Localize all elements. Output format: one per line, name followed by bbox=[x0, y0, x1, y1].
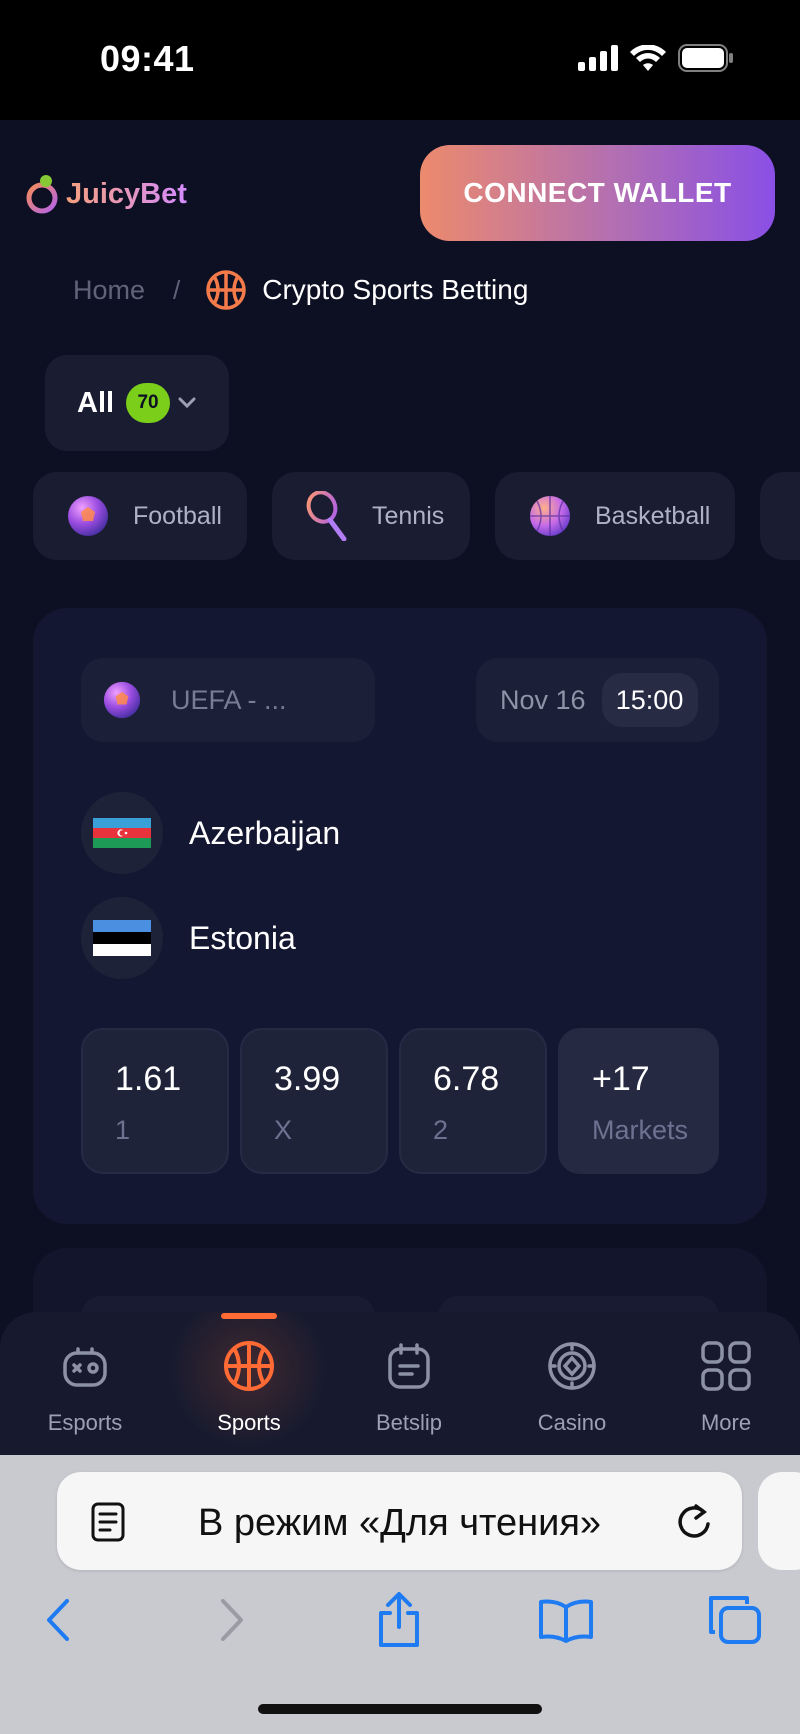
odds-value: 3.99 bbox=[274, 1060, 341, 1098]
nav-label: Betslip bbox=[375, 1410, 443, 1435]
wifi-icon bbox=[630, 45, 666, 71]
home-team-name: Azerbaijan bbox=[189, 814, 341, 851]
bottom-nav: Esports Sports Betslip Casino More bbox=[0, 1312, 800, 1455]
nav-betslip[interactable]: Betslip bbox=[339, 1312, 479, 1455]
gamepad-icon bbox=[63, 1347, 107, 1387]
connect-wallet-button[interactable]: CONNECT WALLET bbox=[420, 145, 775, 241]
nav-label: More bbox=[700, 1410, 752, 1435]
chevron-right-icon bbox=[221, 1599, 243, 1641]
sport-chips: Football Tennis Basketball bbox=[33, 472, 800, 560]
battery-icon bbox=[678, 44, 733, 72]
home-indicator bbox=[258, 1704, 542, 1714]
status-bar: 09:41 bbox=[0, 0, 800, 120]
all-sports-filter[interactable]: All 70 bbox=[45, 355, 229, 451]
more-markets-button[interactable]: +17 Markets bbox=[558, 1028, 719, 1174]
nav-label: Sports bbox=[217, 1410, 281, 1435]
football-icon bbox=[68, 496, 108, 536]
match-card[interactable]: UEFA - ... Nov 16 15:00 Azerbaijan Eston… bbox=[33, 608, 767, 1224]
address-text: В режим «Для чтения» bbox=[197, 1502, 602, 1544]
chip-basketball[interactable]: Basketball bbox=[495, 472, 735, 560]
share-icon bbox=[379, 1592, 419, 1647]
chip-label: Football bbox=[133, 501, 222, 530]
book-icon bbox=[539, 1599, 593, 1643]
logo-text: JuicyBet bbox=[66, 177, 187, 210]
more-markets-count: +17 bbox=[592, 1060, 650, 1098]
breadcrumb: Home / Crypto Sports Betting bbox=[73, 268, 528, 312]
status-time: 09:41 bbox=[100, 38, 195, 79]
football-icon bbox=[103, 681, 141, 719]
nav-sports[interactable]: Sports bbox=[179, 1312, 319, 1455]
odds-label: 2 bbox=[433, 1115, 449, 1145]
basketball-icon bbox=[224, 1341, 274, 1391]
filter-count-badge: 70 bbox=[126, 383, 171, 423]
forward-button[interactable] bbox=[202, 1590, 262, 1650]
nav-label: Casino bbox=[537, 1410, 607, 1435]
bookmarks-button[interactable] bbox=[536, 1590, 596, 1650]
tabs-icon bbox=[709, 1596, 761, 1644]
odds-away-button[interactable]: 6.78 2 bbox=[399, 1028, 547, 1174]
nav-label: Esports bbox=[47, 1410, 123, 1435]
away-team-name: Estonia bbox=[189, 919, 296, 956]
next-tab-address-peek[interactable] bbox=[758, 1472, 800, 1570]
address-bar[interactable]: В режим «Для чтения» bbox=[57, 1472, 742, 1570]
league-name: UEFA - ... bbox=[171, 684, 287, 715]
chevron-left-icon bbox=[47, 1599, 69, 1641]
share-button[interactable] bbox=[369, 1590, 429, 1650]
nav-more[interactable]: More bbox=[656, 1312, 796, 1455]
odds-home-button[interactable]: 1.61 1 bbox=[81, 1028, 229, 1174]
grid-icon bbox=[701, 1341, 751, 1391]
odds-value: 6.78 bbox=[433, 1060, 500, 1098]
odds-value: 1.61 bbox=[115, 1060, 182, 1098]
back-button[interactable] bbox=[28, 1590, 88, 1650]
breadcrumb-current: Crypto Sports Betting bbox=[262, 274, 529, 305]
breadcrumb-home[interactable]: Home bbox=[73, 275, 145, 306]
basketball-icon bbox=[206, 270, 247, 310]
odds-label: 1 bbox=[115, 1115, 131, 1145]
match-datetime: Nov 16 15:00 bbox=[476, 658, 719, 742]
breadcrumb-separator: / bbox=[173, 274, 181, 305]
chip-football[interactable]: Football bbox=[33, 472, 247, 560]
chip-label: Basketball bbox=[595, 501, 711, 530]
match-time: 15:00 bbox=[601, 673, 698, 727]
juicybet-logo-icon bbox=[26, 175, 58, 214]
cellular-signal-icon bbox=[578, 45, 618, 71]
chevron-down-icon bbox=[178, 397, 196, 409]
nav-esports[interactable]: Esports bbox=[15, 1312, 155, 1455]
tabs-button[interactable] bbox=[705, 1590, 765, 1650]
estonia-flag-icon bbox=[81, 897, 163, 979]
nav-casino[interactable]: Casino bbox=[502, 1312, 642, 1455]
azerbaijan-flag-icon bbox=[81, 792, 163, 874]
reload-icon[interactable] bbox=[674, 1500, 714, 1542]
basketball-icon bbox=[530, 496, 570, 536]
filter-label: All bbox=[77, 386, 115, 419]
active-tab-indicator bbox=[221, 1313, 277, 1319]
more-markets-label: Markets bbox=[592, 1115, 689, 1145]
chip-tennis[interactable]: Tennis bbox=[272, 472, 470, 560]
odds-draw-button[interactable]: 3.99 X bbox=[240, 1028, 388, 1174]
odds-label: X bbox=[274, 1115, 293, 1145]
betslip-icon bbox=[388, 1343, 430, 1389]
league-pill: UEFA - ... bbox=[81, 658, 375, 742]
chip-more-sports[interactable] bbox=[760, 472, 800, 560]
match-date: Nov 16 bbox=[500, 684, 586, 715]
home-team: Azerbaijan bbox=[81, 792, 340, 874]
tennis-icon bbox=[306, 491, 347, 541]
browser-toolbar: В режим «Для чтения» bbox=[0, 1455, 800, 1734]
casino-chip-icon bbox=[548, 1342, 596, 1390]
chip-label: Tennis bbox=[372, 501, 445, 530]
away-team: Estonia bbox=[81, 897, 296, 979]
status-icons bbox=[578, 44, 734, 72]
logo[interactable]: JuicyBet bbox=[24, 172, 187, 216]
